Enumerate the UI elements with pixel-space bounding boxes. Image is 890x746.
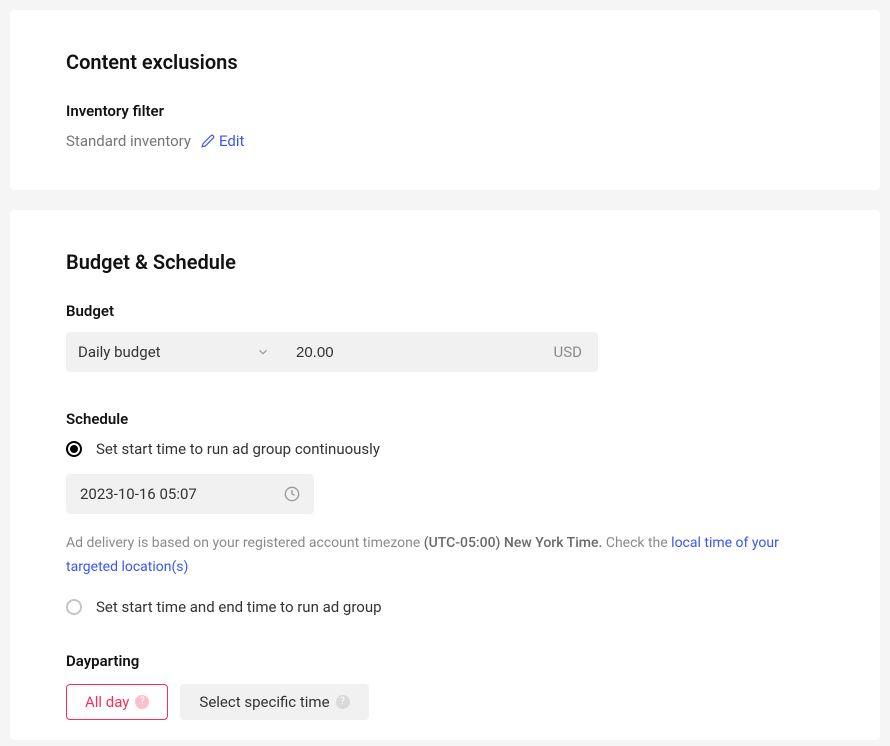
budget-row: Daily budget USD xyxy=(66,332,598,372)
help-icon[interactable]: ? xyxy=(336,695,350,709)
help-icon[interactable]: ? xyxy=(135,695,149,709)
help-check: Check the xyxy=(602,535,671,551)
budget-amount-input[interactable] xyxy=(282,332,538,372)
budget-currency: USD xyxy=(538,343,598,361)
budget-schedule-card: Budget & Schedule Budget Daily budget US… xyxy=(10,210,880,740)
inventory-row: Standard inventory Edit xyxy=(66,132,824,150)
dayparting-toggle-row: All day ? Select specific time ? xyxy=(66,684,824,720)
budget-label: Budget xyxy=(66,302,824,320)
budget-type-select[interactable]: Daily budget xyxy=(66,332,282,372)
clock-icon xyxy=(284,486,300,502)
radio-continuous-label: Set start time to run ad group continuou… xyxy=(96,440,380,458)
toggle-allday-label: All day xyxy=(85,693,129,711)
timezone-help-text: Ad delivery is based on your registered … xyxy=(66,532,824,580)
budget-schedule-title: Budget & Schedule xyxy=(66,250,824,274)
radio-continuous[interactable]: Set start time to run ad group continuou… xyxy=(66,440,824,458)
toggle-specific-time[interactable]: Select specific time ? xyxy=(180,684,368,720)
help-prefix: Ad delivery is based on your registered … xyxy=(66,535,424,551)
edit-label: Edit xyxy=(219,132,244,150)
toggle-allday[interactable]: All day ? xyxy=(66,684,168,720)
datetime-value: 2023-10-16 05:07 xyxy=(80,485,197,503)
radio-icon xyxy=(66,441,82,457)
content-exclusions-card: Content exclusions Inventory filter Stan… xyxy=(10,10,880,190)
help-timezone: (UTC-05:00) New York Time. xyxy=(424,535,603,551)
toggle-specific-label: Select specific time xyxy=(199,693,329,711)
radio-endtime-label: Set start time and end time to run ad gr… xyxy=(96,598,382,616)
inventory-value: Standard inventory xyxy=(66,132,191,150)
schedule-section: Schedule Set start time to run ad group … xyxy=(66,410,824,616)
start-datetime-input[interactable]: 2023-10-16 05:07 xyxy=(66,474,314,514)
pencil-icon xyxy=(201,134,215,148)
inventory-filter-label: Inventory filter xyxy=(66,102,824,120)
dayparting-section: Dayparting All day ? Select specific tim… xyxy=(66,652,824,720)
edit-inventory-link[interactable]: Edit xyxy=(201,132,244,150)
radio-endtime[interactable]: Set start time and end time to run ad gr… xyxy=(66,598,824,616)
budget-type-value: Daily budget xyxy=(78,343,161,361)
radio-icon xyxy=(66,599,82,615)
content-exclusions-title: Content exclusions xyxy=(66,50,824,74)
schedule-label: Schedule xyxy=(66,410,824,428)
dayparting-label: Dayparting xyxy=(66,652,824,670)
chevron-down-icon xyxy=(256,345,270,359)
